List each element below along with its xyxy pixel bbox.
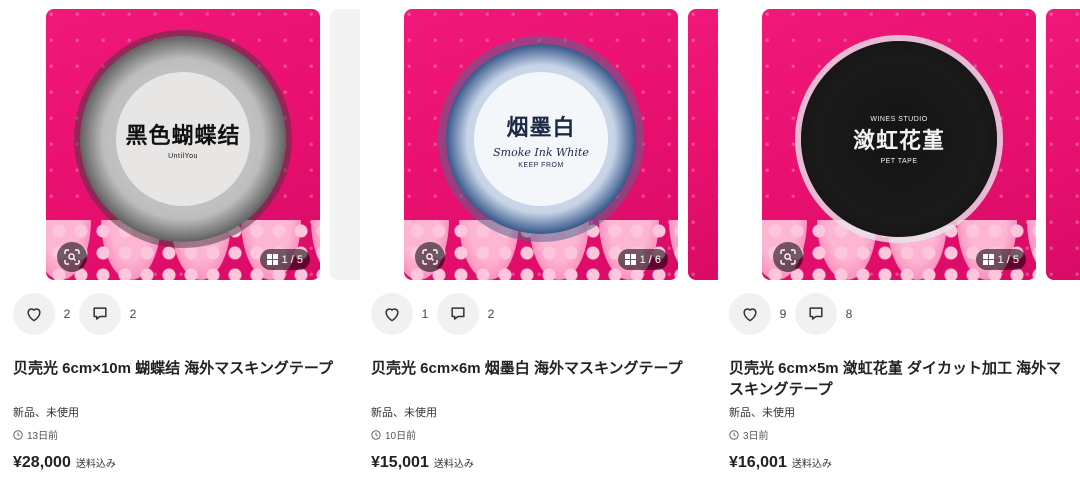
- like-button[interactable]: [371, 293, 413, 335]
- shipping-included-note: 送料込み: [433, 459, 474, 470]
- tape-brand: WINES STUDIO: [870, 116, 928, 124]
- tape-subtitle: Smoke Ink White: [493, 145, 589, 159]
- listing-title[interactable]: 贝壳光 6cm×10m 蝴蝶结 海外マスキングテープ: [13, 358, 349, 379]
- tape-roll: WINES STUDIO 潋虹花堇 PET TAPE: [801, 41, 997, 238]
- engagement-bar: 2 2: [13, 293, 145, 335]
- lens-scan-icon: [422, 249, 438, 265]
- lens-scan-icon: [780, 249, 796, 265]
- engagement-bar: 9 8: [729, 293, 861, 335]
- engagement-bar: 1 2: [371, 293, 503, 335]
- listing-image[interactable]: WINES STUDIO 潋虹花堇 PET TAPE 1 / 5: [762, 9, 1036, 280]
- image-count: 1 / 5: [997, 253, 1019, 266]
- comment-icon: [451, 307, 465, 320]
- listing-card[interactable]: 黑色蝴蝶结 UntilYou 1 / 5 2 2 贝壳光 6cm×10m 蝴蝶结…: [0, 0, 360, 478]
- heart-icon: [385, 308, 399, 322]
- comment-button[interactable]: [79, 293, 121, 335]
- listing-title[interactable]: 贝壳光 6cm×6m 烟墨白 海外マスキングテープ: [371, 358, 707, 379]
- price: ¥28,000 送料込み: [13, 454, 116, 472]
- image-count: 1 / 5: [281, 253, 303, 266]
- gallery-grid-icon: [982, 254, 994, 265]
- listing-card[interactable]: WINES STUDIO 潋虹花堇 PET TAPE 1 / 5 9 8 贝壳光…: [716, 0, 1080, 478]
- like-button[interactable]: [729, 293, 771, 335]
- next-image-peek[interactable]: [330, 9, 360, 280]
- visual-search-button[interactable]: [415, 242, 445, 272]
- tape-brand: KEEP FROM: [518, 161, 564, 169]
- product-photo: WINES STUDIO 潋虹花堇 PET TAPE: [762, 9, 1036, 280]
- product-photo: 黑色蝴蝶结 UntilYou: [46, 9, 320, 280]
- price-value: ¥15,001: [371, 454, 429, 471]
- clock-icon: [729, 429, 739, 440]
- image-count: 1 / 6: [639, 253, 661, 266]
- listing-card[interactable]: 烟墨白 Smoke Ink White KEEP FROM 1 / 6 1 2 …: [358, 0, 718, 478]
- visual-search-button[interactable]: [57, 242, 87, 272]
- tape-roll: 黑色蝴蝶结 UntilYou: [80, 36, 286, 243]
- shipping-included-note: 送料込み: [791, 459, 832, 470]
- price: ¥15,001 送料込み: [371, 454, 474, 472]
- posted-time-text: 13日前: [27, 431, 59, 442]
- like-count: 2: [63, 307, 71, 321]
- product-photo: 烟墨白 Smoke Ink White KEEP FROM: [404, 9, 678, 280]
- image-count-badge: 1 / 5: [975, 249, 1026, 270]
- comment-count: 2: [487, 307, 495, 321]
- item-condition: 新品、未使用: [371, 407, 437, 419]
- listing-title[interactable]: 贝壳光 6cm×5m 潋虹花堇 ダイカット加工 海外マスキングテープ: [729, 358, 1065, 400]
- heart-icon: [743, 308, 757, 322]
- price-value: ¥16,001: [729, 454, 787, 471]
- image-count-badge: 1 / 6: [617, 249, 668, 270]
- price-value: ¥28,000: [13, 454, 71, 471]
- visual-search-button[interactable]: [773, 242, 803, 272]
- comment-count: 2: [129, 307, 137, 321]
- comment-button[interactable]: [437, 293, 479, 335]
- posted-time: 3日前: [729, 427, 769, 442]
- posted-time: 13日前: [13, 427, 58, 442]
- next-image-peek[interactable]: [1046, 9, 1080, 280]
- tape-brand: UntilYou: [168, 153, 198, 161]
- gallery-grid-icon: [624, 254, 636, 265]
- item-condition: 新品、未使用: [729, 407, 795, 419]
- tape-label: 黑色蝴蝶结: [125, 123, 241, 150]
- heart-icon: [27, 308, 41, 322]
- lens-scan-icon: [64, 249, 80, 265]
- comment-icon: [93, 307, 107, 320]
- gallery-grid-icon: [266, 254, 278, 265]
- listing-image[interactable]: 烟墨白 Smoke Ink White KEEP FROM 1 / 6: [404, 9, 678, 280]
- price: ¥16,001 送料込み: [729, 454, 832, 472]
- like-count: 9: [779, 307, 787, 321]
- listing-image[interactable]: 黑色蝴蝶结 UntilYou 1 / 5: [46, 9, 320, 280]
- item-condition: 新品、未使用: [13, 407, 79, 419]
- like-count: 1: [421, 307, 429, 321]
- posted-time-text: 3日前: [743, 431, 769, 442]
- next-image-peek[interactable]: [688, 9, 718, 280]
- comment-button[interactable]: [795, 293, 837, 335]
- clock-icon: [13, 429, 23, 440]
- tape-roll: 烟墨白 Smoke Ink White KEEP FROM: [446, 44, 636, 235]
- shipping-included-note: 送料込み: [75, 459, 116, 470]
- posted-time: 10日前: [371, 427, 416, 442]
- posted-time-text: 10日前: [385, 431, 417, 442]
- comment-icon: [809, 307, 823, 320]
- like-button[interactable]: [13, 293, 55, 335]
- tape-type: PET TAPE: [880, 158, 918, 166]
- tape-label: 潋虹花堇: [852, 128, 945, 155]
- tape-label: 烟墨白: [506, 114, 576, 141]
- comment-count: 8: [845, 307, 853, 321]
- image-count-badge: 1 / 5: [259, 249, 310, 270]
- clock-icon: [371, 429, 381, 440]
